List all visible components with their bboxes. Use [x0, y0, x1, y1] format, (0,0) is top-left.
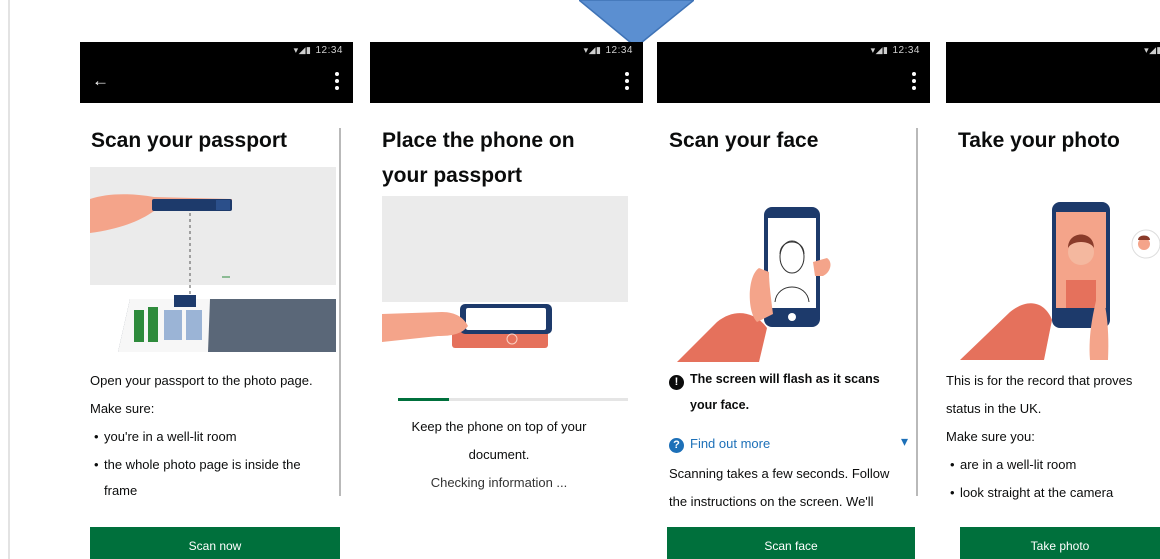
status-bar: ▾◢▮ 12:34: [370, 42, 643, 62]
intro-line-1: This is for the record that proves: [946, 373, 1133, 388]
app-bar: [946, 62, 1160, 103]
help-icon: ?: [669, 438, 684, 453]
page-title-line-2: your passport: [382, 164, 523, 187]
screen-scan-face: ▾◢▮ 12:34 Scan your face ! The screen will…: [657, 42, 930, 559]
face-scan-illustration: [677, 207, 831, 362]
back-arrow-icon[interactable]: ←: [92, 71, 109, 91]
page-title: Scan your passport: [91, 129, 288, 152]
take-photo-button[interactable]: Take photo: [960, 527, 1160, 559]
bullet-item: the whole photo page is inside the: [92, 456, 301, 474]
signal-icon: ▾◢▮: [293, 45, 312, 55]
make-sure-label: Make sure:: [90, 401, 155, 416]
screen-place-phone: ▾◢▮ 12:34 Place the phone on your passpor…: [370, 42, 643, 559]
progress-fill: [398, 398, 449, 401]
overflow-menu-icon[interactable]: [912, 72, 916, 90]
details-line-1: Scanning takes a few seconds. Follow: [669, 466, 890, 481]
details-line-2: the instructions on the screen. We'll: [669, 494, 874, 509]
message-line-2: document.: [468, 447, 530, 462]
status-bar: ▾◢▮: [946, 42, 1160, 62]
warning-line-2: your face.: [690, 398, 750, 412]
place-phone-illustration: [382, 196, 628, 396]
warning-icon: !: [669, 375, 684, 390]
scrollbar[interactable]: [916, 128, 918, 496]
scrollbar[interactable]: [339, 128, 341, 496]
pointer-arrow-icon: [579, 0, 694, 48]
app-bar: [370, 62, 643, 103]
page-title-line-1: Place the phone on: [382, 129, 575, 152]
bullet-item: look straight at the camera: [948, 484, 1113, 502]
warning-line-1: The screen will flash as it scans: [690, 372, 880, 386]
scan-face-button[interactable]: Scan face: [667, 527, 915, 559]
status-time: 12:34: [315, 45, 343, 56]
status-time: 12:34: [892, 45, 920, 56]
make-sure-label: Make sure you:: [946, 429, 1035, 444]
find-out-more-label: Find out more: [690, 436, 771, 451]
status-bar: ▾◢▮ 12:34: [657, 42, 930, 62]
left-divider: [8, 0, 10, 559]
signal-icon: ▾◢▮: [870, 45, 889, 55]
screen-scan-passport: ▾◢▮ 12:34 ← Scan your passport Open your …: [80, 42, 353, 559]
take-photo-illustration: [960, 202, 1160, 360]
bullet-continuation: frame: [104, 483, 138, 498]
intro-line-2: status in the UK.: [946, 401, 1042, 416]
progress-track: [398, 398, 628, 401]
intro-text: Open your passport to the photo page.: [90, 373, 313, 388]
status-time: 12:34: [605, 45, 633, 56]
passport-scan-illustration: [90, 167, 336, 362]
message-line-1: Keep the phone on top of your: [411, 419, 587, 434]
signal-icon: ▾◢▮: [1144, 45, 1160, 55]
screen-take-photo: ▾◢▮ Take your photo This is for the reco…: [946, 42, 1160, 559]
status-bar: ▾◢▮ 12:34: [80, 42, 353, 62]
signal-icon: ▾◢▮: [583, 45, 602, 55]
app-bar: [657, 62, 930, 103]
scan-now-button[interactable]: Scan now: [90, 527, 340, 559]
overflow-menu-icon[interactable]: [335, 72, 339, 90]
app-bar: ←: [80, 62, 353, 103]
overflow-menu-icon[interactable]: [625, 72, 629, 90]
page-title: Take your photo: [958, 129, 1120, 152]
find-out-more-link[interactable]: ? Find out more: [669, 435, 770, 453]
bullet-item: you're in a well-lit room: [92, 428, 237, 446]
chevron-down-icon[interactable]: ▾: [901, 432, 908, 450]
checking-status: Checking information ...: [430, 475, 568, 490]
page-title: Scan your face: [669, 129, 819, 152]
bullet-item: are in a well-lit room: [948, 456, 1076, 474]
